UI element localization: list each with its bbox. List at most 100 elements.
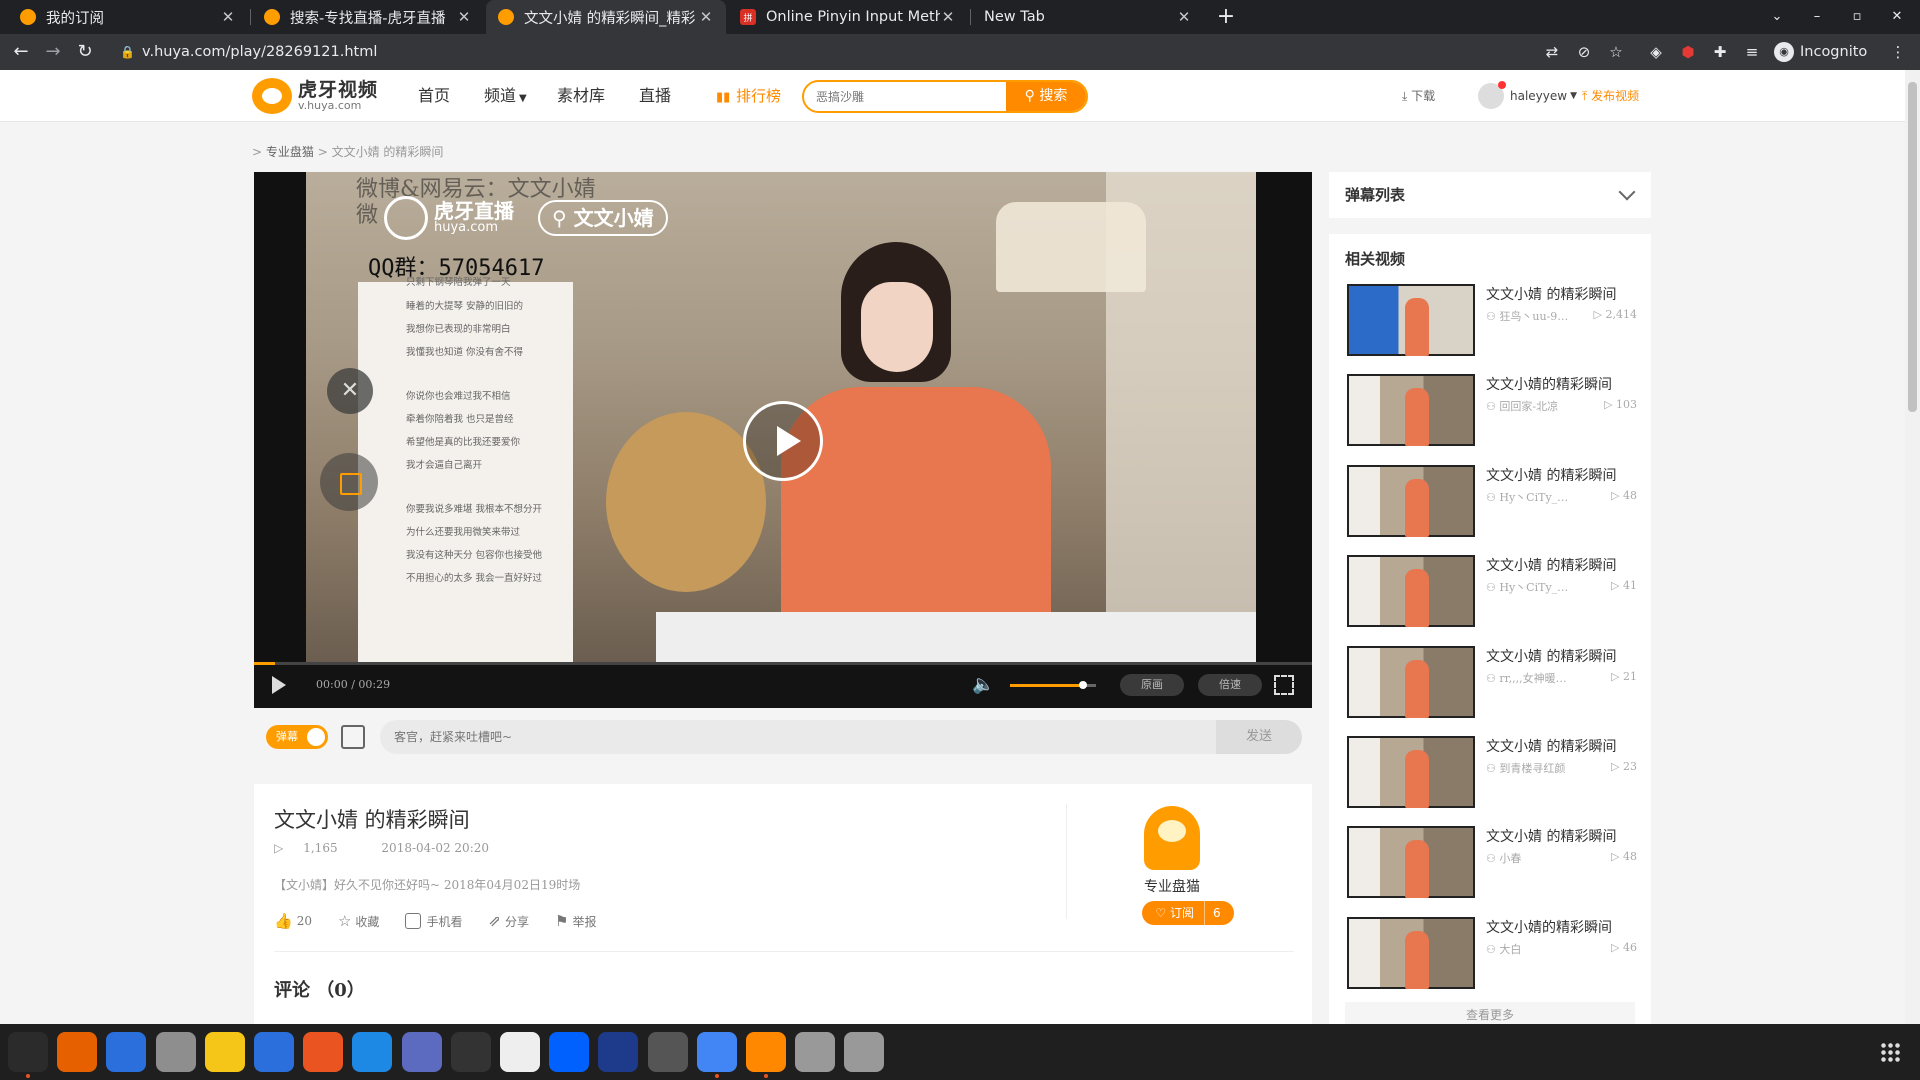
share-button[interactable]: ⇗ 分享: [488, 912, 529, 930]
breadcrumb-parent[interactable]: 专业盘猫: [266, 145, 314, 159]
adblock-icon[interactable]: ⬢: [1678, 42, 1698, 62]
close-overlay-button[interactable]: ✕: [327, 368, 373, 414]
close-tab-icon[interactable]: ✕: [456, 8, 472, 26]
firefox-icon[interactable]: [57, 1032, 98, 1072]
more-button[interactable]: 查看更多: [1345, 1002, 1635, 1024]
video-thumbnail[interactable]: [1347, 555, 1475, 628]
related-video-item[interactable]: 文文小婧的精彩瞬间 ⚇ 大白 ▷ 46: [1347, 916, 1637, 989]
related-video-title[interactable]: 文文小婧 的精彩瞬间: [1486, 826, 1616, 846]
video-thumbnail[interactable]: [1347, 916, 1475, 989]
bookmark-star-icon[interactable]: ☆: [1606, 42, 1626, 62]
minimize-icon[interactable]: –: [1804, 0, 1830, 34]
rhythmbox-icon[interactable]: [204, 1032, 245, 1072]
close-window-icon[interactable]: ✕: [1884, 0, 1910, 34]
restore-icon[interactable]: ▫: [1844, 0, 1870, 34]
help-icon[interactable]: [352, 1032, 393, 1072]
menu-kebab-icon[interactable]: ⋮: [1888, 42, 1908, 62]
upload-video-link[interactable]: ⤒ 发布视频: [1582, 70, 1639, 122]
related-video-title[interactable]: 文文小婧的精彩瞬间: [1486, 374, 1612, 394]
software-center-icon[interactable]: [303, 1032, 344, 1072]
related-video-item[interactable]: 文文小婧 的精彩瞬间 ⚇ 狂鸟丶uu-9… ▷ 2,414: [1347, 284, 1637, 356]
tab-my-subscriptions[interactable]: 我的订阅 ✕: [8, 0, 248, 34]
video-thumbnail[interactable]: [1347, 374, 1475, 447]
thunderbird-icon[interactable]: [106, 1032, 147, 1072]
search-input[interactable]: [816, 82, 1006, 111]
nav-live[interactable]: 直播: [639, 70, 671, 122]
download-link[interactable]: ⤓ 下载: [1402, 70, 1435, 122]
tab-current-video[interactable]: 文文小婧 的精彩瞬间_精彩 ✕: [486, 0, 726, 34]
related-video-title[interactable]: 文文小婧的精彩瞬间: [1486, 917, 1612, 937]
screenshot-icon[interactable]: [401, 1032, 442, 1072]
close-tab-icon[interactable]: ✕: [1176, 8, 1192, 26]
user-menu[interactable]: haleyyew ▼: [1478, 70, 1577, 122]
related-video-title[interactable]: 文文小婧 的精彩瞬间: [1486, 646, 1616, 666]
related-video-title[interactable]: 文文小婧 的精彩瞬间: [1486, 465, 1616, 485]
tab-pinyin[interactable]: 拼 Online Pinyin Input Metho ✕: [728, 0, 968, 34]
fullscreen-icon[interactable]: [1274, 675, 1294, 695]
related-video-title[interactable]: 文文小婧 的精彩瞬间: [1486, 555, 1616, 575]
speed-button[interactable]: 倍速: [1198, 674, 1262, 696]
nav-home[interactable]: 首页: [418, 70, 450, 122]
related-video-item[interactable]: 文文小婧 的精彩瞬间 ⚇ Hy丶CiTy_… ▷ 41: [1347, 555, 1637, 628]
volume-icon[interactable]: 🔈: [972, 674, 994, 696]
scroll-thumb[interactable]: [1908, 82, 1917, 412]
close-tab-icon[interactable]: ✕: [940, 8, 956, 26]
danmu-toggle[interactable]: 弹幕: [266, 725, 328, 749]
rank-link[interactable]: ▮▮ 排行榜: [716, 70, 781, 124]
tab-search-icon[interactable]: ⌄: [1764, 0, 1790, 34]
related-video-item[interactable]: 文文小婧 的精彩瞬间 ⚇ Hy丶CiTy_… ▷ 48: [1347, 464, 1637, 537]
related-video-item[interactable]: 文文小婧 的精彩瞬间 ⚇ 小春 ▷ 48: [1347, 826, 1637, 899]
tab-new-tab[interactable]: New Tab ✕: [972, 0, 1204, 34]
related-video-item[interactable]: 文文小婧 的精彩瞬间 ⚇ rr,,,,女神暖… ▷ 21: [1347, 645, 1637, 718]
new-tab-button[interactable]: +: [1214, 0, 1238, 34]
vpn-shield-icon[interactable]: [598, 1032, 639, 1072]
writer-icon[interactable]: [254, 1032, 294, 1072]
danmu-list-header[interactable]: 弹幕列表: [1329, 172, 1651, 218]
dropbox-icon[interactable]: [549, 1032, 590, 1072]
show-apps-icon[interactable]: [1880, 1042, 1900, 1062]
extension-diamond-icon[interactable]: ◈: [1646, 42, 1666, 62]
terminal-icon[interactable]: [450, 1032, 491, 1072]
nav-material[interactable]: 素材库: [557, 70, 605, 122]
related-video-title[interactable]: 文文小婧 的精彩瞬间: [1486, 284, 1616, 304]
video-thumbnail[interactable]: [1347, 736, 1475, 808]
like-button[interactable]: 👍 20: [274, 912, 312, 930]
nav-channels[interactable]: 频道 ▼: [484, 70, 527, 125]
system-monitor-icon[interactable]: [8, 1032, 48, 1072]
danmu-input[interactable]: [380, 720, 1230, 754]
mobile-view-button[interactable]: 手机看: [405, 912, 462, 930]
extensions-puzzle-icon[interactable]: ✚: [1710, 42, 1730, 62]
subscribe-button[interactable]: ♡ 订阅 6: [1142, 901, 1234, 925]
related-video-item[interactable]: 文文小婧 的精彩瞬间 ⚇ 到青楼寻红颜 ▷ 23: [1347, 736, 1637, 808]
disk-icon[interactable]: [795, 1032, 836, 1072]
related-video-title[interactable]: 文文小婧 的精彩瞬间: [1486, 736, 1616, 756]
tab-search-huya[interactable]: 搜索-专找直播-虎牙直播 ✕: [252, 0, 484, 34]
report-button[interactable]: ⚑ 举报: [555, 912, 596, 930]
eye-off-icon[interactable]: ⊘: [1574, 42, 1594, 62]
favorite-button[interactable]: ☆ 收藏: [338, 912, 379, 930]
video-thumbnail[interactable]: [1347, 645, 1475, 718]
danmu-settings-icon[interactable]: [341, 725, 365, 749]
vmware-icon[interactable]: [647, 1032, 688, 1072]
incognito-indicator[interactable]: ◉ Incognito: [1774, 42, 1867, 62]
progress-bar[interactable]: [254, 662, 1312, 665]
page-scrollbar[interactable]: [1905, 70, 1920, 1024]
volume-knob[interactable]: [1079, 681, 1088, 689]
close-tab-icon[interactable]: ✕: [698, 8, 714, 26]
reading-list-icon[interactable]: ≡: [1742, 42, 1762, 62]
text-editor-icon[interactable]: [500, 1032, 540, 1072]
address-bar[interactable]: 🔒 v.huya.com/play/28269121.html: [108, 38, 1508, 66]
search-button[interactable]: ⚲ 搜索: [1006, 82, 1086, 111]
mini-window-button[interactable]: [320, 453, 378, 511]
reload-icon[interactable]: ↻: [72, 34, 98, 70]
video-thumbnail[interactable]: [1347, 464, 1475, 537]
huya-video-logo[interactable]: 虎牙视频 v.huya.com: [252, 78, 378, 114]
play-icon[interactable]: [272, 676, 286, 694]
close-tab-icon[interactable]: ✕: [220, 8, 236, 26]
channel-card[interactable]: 专业盘猫: [1122, 806, 1222, 896]
chevron-down-icon[interactable]: [1618, 183, 1636, 201]
disk-icon-2[interactable]: [844, 1032, 885, 1072]
translate-icon[interactable]: ⇄: [1542, 42, 1562, 62]
forward-icon[interactable]: →: [40, 34, 66, 70]
danmu-send-button[interactable]: 发送: [1216, 720, 1302, 754]
